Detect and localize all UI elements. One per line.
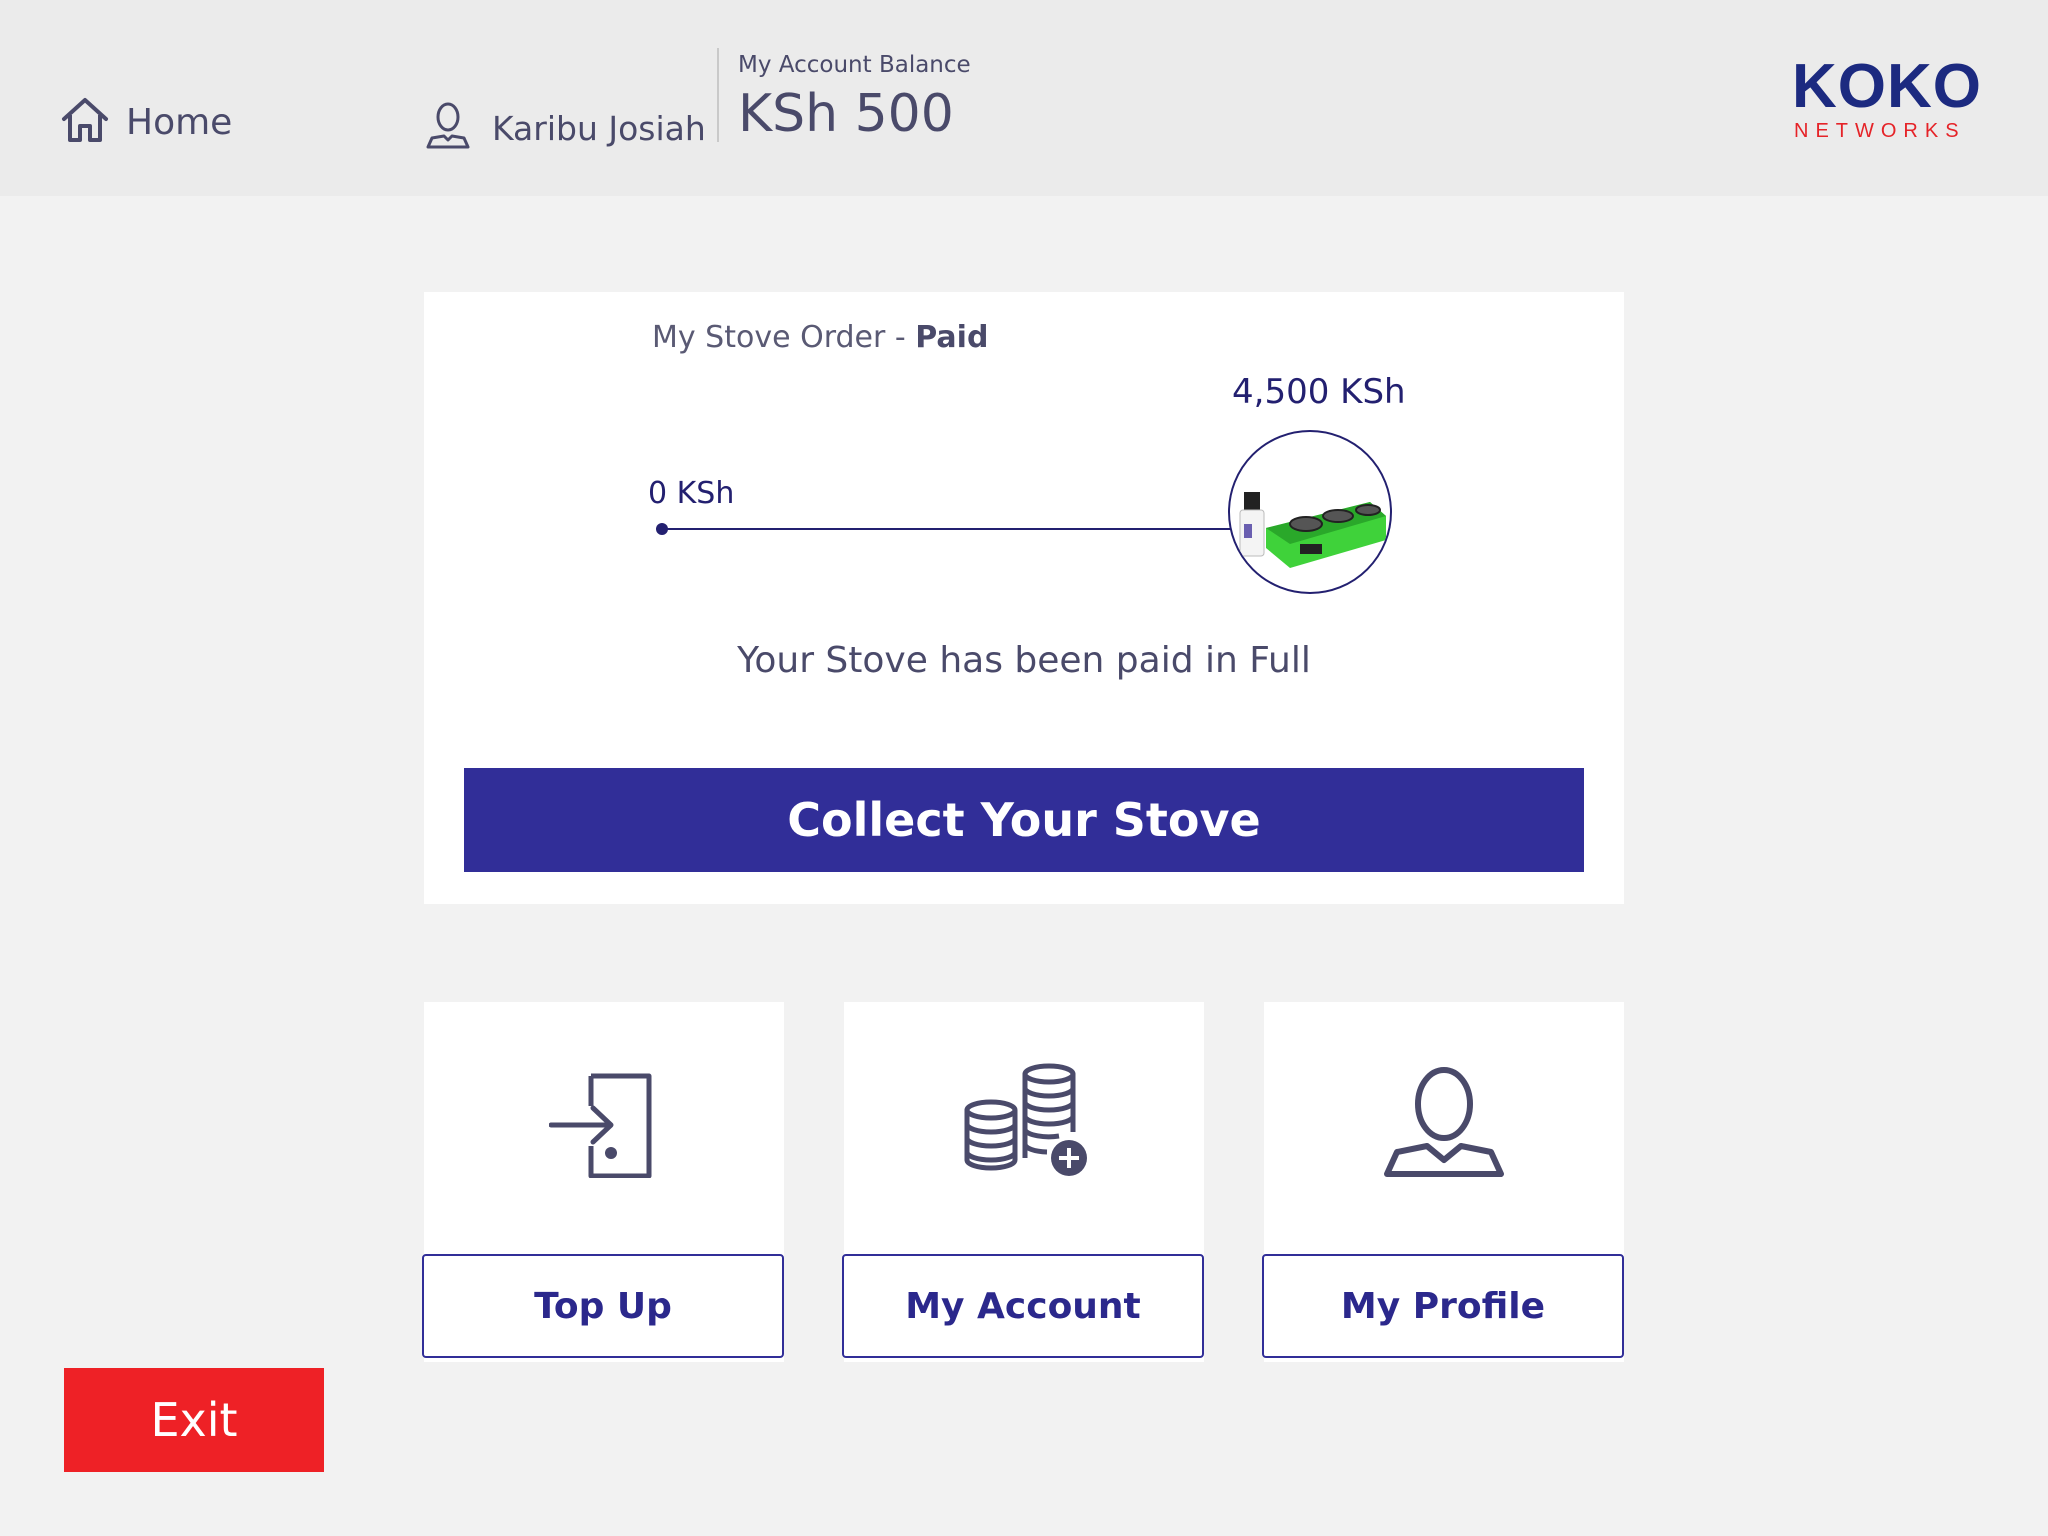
- order-status: Paid: [915, 320, 989, 355]
- paid-message: Your Stove has been paid in Full: [737, 640, 1311, 681]
- header-divider: [717, 48, 719, 142]
- koko-logo: KOKO NETWORKS: [1792, 56, 1986, 146]
- my-profile-button[interactable]: My Profile: [1262, 1254, 1624, 1358]
- top-bar: Home Karibu Josiah My Account Balance KS…: [0, 0, 2048, 196]
- end-amount: 4,500 KSh: [1232, 372, 1406, 412]
- logo-wordmark: KOKO: [1792, 52, 1982, 121]
- home-icon: [60, 95, 110, 149]
- door-enter-icon: [549, 1073, 652, 1178]
- balance-label: My Account Balance: [738, 52, 971, 78]
- order-title-prefix: My Stove Order -: [652, 320, 916, 355]
- exit-button[interactable]: Exit: [64, 1368, 324, 1472]
- logo-subtitle: NETWORKS: [1794, 120, 1966, 142]
- user-greeting: Karibu Josiah: [422, 98, 706, 158]
- person-icon: [1384, 1067, 1504, 1177]
- start-amount: 0 KSh: [648, 476, 735, 511]
- collect-stove-button[interactable]: Collect Your Stove: [464, 768, 1584, 872]
- order-title: My Stove Order - Paid: [652, 320, 988, 355]
- user-name: Karibu Josiah: [492, 108, 706, 148]
- stove-order-card: My Stove Order - Paid 4,500 KSh 0 KSh Yo…: [424, 292, 1624, 904]
- home-link[interactable]: Home: [60, 92, 232, 152]
- my-account-button[interactable]: My Account: [842, 1254, 1204, 1358]
- payment-progress-line: [662, 528, 1254, 530]
- coins-plus-icon: [964, 1063, 1087, 1176]
- stove-image: [1228, 430, 1392, 594]
- home-label: Home: [126, 101, 233, 143]
- user-icon: [422, 100, 474, 156]
- top-up-button[interactable]: Top Up: [422, 1254, 784, 1358]
- balance-value: KSh 500: [738, 84, 954, 144]
